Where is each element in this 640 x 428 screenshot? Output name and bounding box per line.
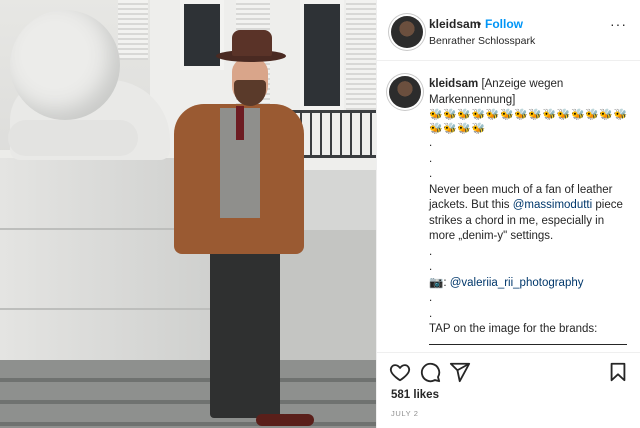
window-shutter [118, 0, 148, 60]
caption-paragraph: Never been much of a fan of leather jack… [429, 183, 629, 245]
shoe-right [280, 414, 314, 426]
separator-dot: • [477, 17, 482, 31]
beard [234, 80, 266, 106]
likes-count[interactable]: 581 likes [391, 389, 439, 401]
share-icon[interactable] [449, 361, 471, 383]
bee-emojis: 🐝🐝🐝🐝🐝🐝🐝🐝🐝🐝🐝🐝🐝🐝🐝🐝🐝🐝 [429, 109, 628, 135]
post-date[interactable]: JULY 2 [391, 409, 419, 418]
caption-dot: . [429, 137, 433, 149]
mention-massimodutti[interactable]: @massimodutti [513, 199, 592, 211]
location-link[interactable]: Benrather Schlosspark [429, 35, 535, 47]
necktie [236, 106, 244, 140]
photographer-credit: 📷: @valeriia_rii_photography [429, 276, 629, 292]
post-header: kleidsam • Follow Benrather Schlosspark … [377, 0, 640, 61]
caption-username[interactable]: kleidsam [429, 78, 478, 90]
trousers [210, 248, 280, 418]
window-shutter [346, 0, 376, 110]
more-options-button[interactable]: ··· [610, 16, 627, 32]
avatar[interactable] [391, 16, 423, 48]
heart-icon[interactable] [389, 361, 411, 383]
tap-instruction: TAP on the image for the brands: [429, 323, 598, 335]
caption-avatar[interactable] [389, 76, 421, 108]
post-photo[interactable] [0, 0, 376, 428]
post-side-panel: kleidsam • Follow Benrather Schlosspark … [376, 0, 640, 428]
hat-crown [232, 30, 272, 56]
lion-statue-head [10, 10, 120, 120]
man-figure [160, 18, 314, 428]
caption-dot: . [429, 152, 433, 165]
header-username[interactable]: kleidsam [429, 17, 480, 31]
camera-icon: 📷: [429, 276, 447, 289]
caption-dot: . [429, 261, 433, 273]
mention-photographer[interactable]: @valeriia_rii_photography [450, 277, 584, 289]
comment-icon[interactable] [419, 361, 441, 383]
bookmark-icon[interactable] [607, 361, 629, 383]
caption-dot: . [429, 245, 433, 258]
caption-divider [429, 344, 627, 345]
follow-button[interactable]: Follow [485, 17, 523, 31]
lion-statue-paw [8, 120, 138, 156]
action-bar [377, 352, 640, 384]
caption-dot: . [429, 292, 433, 304]
caption-dot: . [429, 307, 433, 320]
caption-text: kleidsam [Anzeige wegen Markennennung] 🐝… [429, 77, 629, 338]
caption-area: kleidsam [Anzeige wegen Markennennung] 🐝… [377, 62, 640, 346]
caption-dot: . [429, 168, 433, 180]
